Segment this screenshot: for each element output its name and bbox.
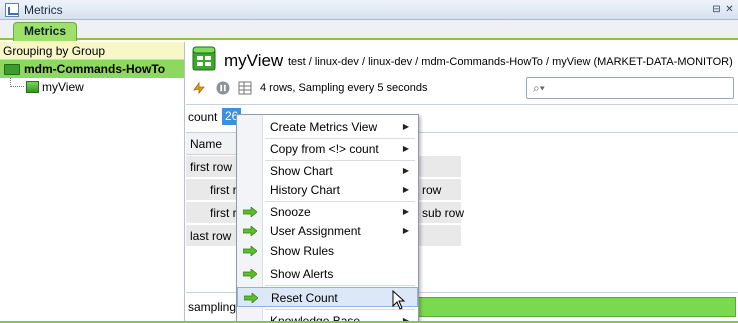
metrics-view-icon xyxy=(192,46,216,71)
table-settings-icon[interactable] xyxy=(238,81,252,95)
sampling-bar xyxy=(418,297,736,317)
toolbar-divider xyxy=(186,104,738,105)
go-arrow-icon xyxy=(243,226,257,236)
grouping-header[interactable]: Grouping by Group xyxy=(0,42,184,60)
search-icon[interactable]: ⌕▾ xyxy=(533,81,545,96)
tab-metrics[interactable]: Metrics xyxy=(13,22,78,41)
go-arrow-icon xyxy=(243,269,257,279)
menu-item-label: User Assignment xyxy=(270,224,361,238)
count-label: count xyxy=(188,110,218,124)
menu-item-label: Copy from <!> count xyxy=(270,142,379,156)
window-title: Metrics xyxy=(24,3,63,17)
tree-node-root-label: mdm-Commands-HowTo xyxy=(24,62,166,76)
submenu-arrow-icon: ▶ xyxy=(402,226,409,235)
window-titlebar: Metrics ⊟ ✕ xyxy=(0,0,738,20)
menu-item-label: Create Metrics View xyxy=(270,120,378,134)
menu-item-user-assignment[interactable]: User Assignment ▶ xyxy=(237,221,418,241)
tree-connector xyxy=(10,78,24,87)
menu-item-label: Show Alerts xyxy=(270,267,334,281)
sampling-status: 4 rows, Sampling every 5 seconds xyxy=(260,82,428,94)
row-name: last row xyxy=(190,229,232,243)
row-value: row xyxy=(422,183,442,197)
mouse-cursor-icon xyxy=(392,290,406,310)
folder-icon xyxy=(4,64,20,75)
submenu-arrow-icon: ▶ xyxy=(402,207,409,216)
view-path: test / linux-dev / linux-dev / mdm-Comma… xyxy=(288,56,733,68)
menu-item-create-metrics-view[interactable]: Create Metrics View ▶ xyxy=(237,117,418,137)
tab-strip: Metrics xyxy=(0,20,738,41)
menu-item-show-rules[interactable]: Show Rules xyxy=(237,241,418,261)
navigation-tree: Grouping by Group mdm-Commands-HowTo myV… xyxy=(0,42,185,323)
menu-item-reset-count[interactable]: Reset Count xyxy=(237,287,418,307)
view-title: myView xyxy=(224,51,284,70)
menu-item-show-chart[interactable]: Show Chart ▶ xyxy=(237,161,418,181)
go-arrow-icon xyxy=(243,207,257,217)
submenu-arrow-icon: ▶ xyxy=(402,166,409,175)
submenu-arrow-icon: ▶ xyxy=(402,122,409,131)
submenu-arrow-icon: ▶ xyxy=(402,144,409,153)
refresh-icon[interactable] xyxy=(192,81,206,95)
submenu-arrow-icon: ▶ xyxy=(402,185,409,194)
go-arrow-icon xyxy=(244,293,258,303)
menu-item-label: Reset Count xyxy=(271,291,338,305)
search-input[interactable]: ⌕▾ xyxy=(526,77,734,99)
menu-separator xyxy=(265,285,415,286)
menu-item-show-alerts[interactable]: Show Alerts xyxy=(237,264,418,284)
tree-node-myview-label: myView xyxy=(42,80,84,94)
tree-node-myview[interactable]: myView xyxy=(0,78,184,96)
metrics-app-icon xyxy=(5,3,19,17)
row-name: first r xyxy=(210,183,237,197)
minimize-icon[interactable]: ⊟ xyxy=(711,4,722,15)
menu-item-history-chart[interactable]: History Chart ▶ xyxy=(237,180,418,200)
menu-item-label: Show Rules xyxy=(270,244,335,258)
go-arrow-icon xyxy=(243,246,257,256)
tree-node-root[interactable]: mdm-Commands-HowTo xyxy=(0,60,184,78)
menu-item-label: History Chart xyxy=(270,183,341,197)
row-name: first r xyxy=(210,206,237,220)
menu-item-label: Snooze xyxy=(270,205,311,219)
pause-icon[interactable] xyxy=(216,81,230,95)
row-name: first row xyxy=(190,160,232,174)
column-header-name[interactable]: Name xyxy=(186,133,242,155)
menu-item-snooze[interactable]: Snooze ▶ xyxy=(237,202,418,222)
menu-item-copy-from[interactable]: Copy from <!> count ▶ xyxy=(237,139,418,159)
row-value: sub row xyxy=(422,206,465,220)
menu-item-label: Show Chart xyxy=(270,164,333,178)
close-icon[interactable]: ✕ xyxy=(724,4,735,15)
view-icon xyxy=(26,81,39,93)
